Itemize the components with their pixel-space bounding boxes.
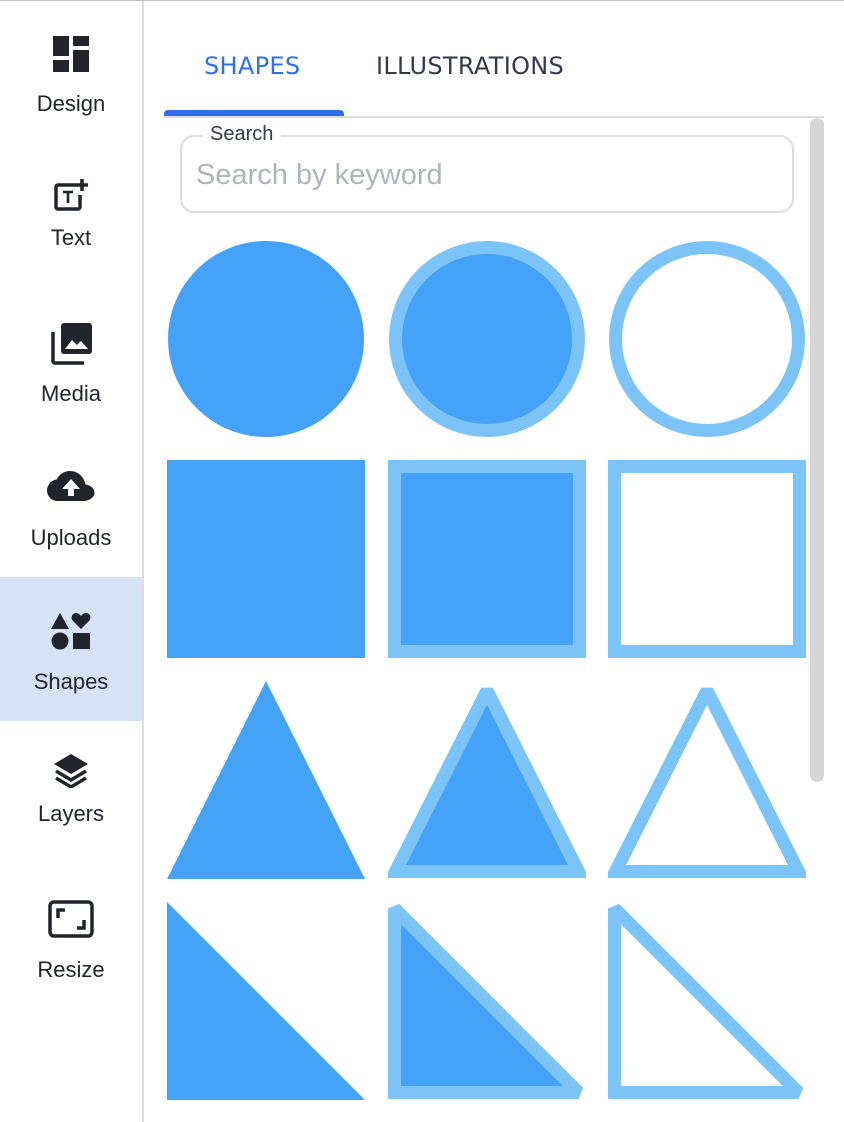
shape-right-triangle-outlined[interactable]: [608, 902, 806, 1100]
sidebar-item-label: Uploads: [30, 525, 112, 550]
square-mark: [608, 460, 806, 658]
tabs-divider: [164, 116, 824, 118]
sidebar-item-label: Media: [41, 381, 101, 406]
right-triangle-mark: [388, 903, 584, 1099]
sidebar-item-resize[interactable]: Resize: [0, 865, 142, 1009]
search-field: Search: [180, 123, 794, 213]
triangle-mark: [388, 687, 586, 878]
sidebar-item-layers[interactable]: Layers: [0, 721, 142, 865]
shape-circle-filled[interactable]: [167, 240, 365, 438]
design-grid-icon: [53, 36, 89, 72]
tab-shapes[interactable]: SHAPES: [204, 52, 300, 80]
shape-square-outlined[interactable]: [608, 460, 806, 658]
sidebar-item-label: Shapes: [33, 669, 109, 694]
panel-tabs: SHAPES ILLUSTRATIONS: [164, 0, 824, 118]
sidebar: Design Text Media Uploads Shapes Layers …: [0, 1, 144, 1122]
cloud-upload-icon: [47, 471, 95, 501]
shape-circle-filled-outlined[interactable]: [388, 240, 586, 438]
shape-triangle-outlined[interactable]: [608, 681, 806, 879]
right-triangle-mark: [608, 903, 804, 1099]
shape-triangle-filled[interactable]: [167, 681, 365, 879]
shape-square-filled-outlined[interactable]: [388, 460, 586, 658]
sidebar-item-uploads[interactable]: Uploads: [0, 433, 142, 577]
triangle-mark: [608, 687, 806, 878]
sidebar-item-label: Design: [36, 91, 106, 116]
sidebar-item-design[interactable]: Design: [0, 1, 142, 145]
circle-mark: [389, 241, 585, 437]
search-input[interactable]: [196, 155, 776, 195]
sidebar-item-shapes[interactable]: Shapes: [0, 577, 142, 721]
sidebar-item-label: Resize: [37, 957, 105, 982]
square-mark: [167, 460, 365, 658]
circle-mark: [609, 241, 805, 437]
shape-triangle-filled-outlined[interactable]: [388, 681, 586, 879]
square-mark: [388, 460, 586, 658]
sidebar-item-label: Layers: [37, 801, 105, 826]
add-text-icon: [54, 179, 88, 211]
media-library-icon: [51, 323, 92, 365]
right-triangle-mark: [167, 902, 365, 1100]
layers-icon: [54, 754, 88, 788]
shape-right-triangle-filled-outlined[interactable]: [388, 902, 586, 1100]
scrollbar-thumb[interactable]: [810, 118, 824, 782]
sidebar-item-label: Text: [50, 225, 92, 250]
shape-circle-outlined[interactable]: [608, 240, 806, 438]
shape-right-triangle-filled[interactable]: [167, 902, 365, 1100]
tab-illustrations[interactable]: ILLUSTRATIONS: [376, 52, 564, 80]
active-tab-indicator: [164, 110, 344, 116]
sidebar-item-media[interactable]: Media: [0, 289, 142, 433]
resize-icon: [48, 900, 94, 938]
circle-mark: [168, 241, 364, 437]
sidebar-item-text[interactable]: Text: [0, 145, 142, 289]
shape-square-filled[interactable]: [167, 460, 365, 658]
search-label: Search: [202, 123, 282, 146]
shapes-icon: [51, 613, 91, 650]
triangle-mark: [167, 681, 365, 879]
